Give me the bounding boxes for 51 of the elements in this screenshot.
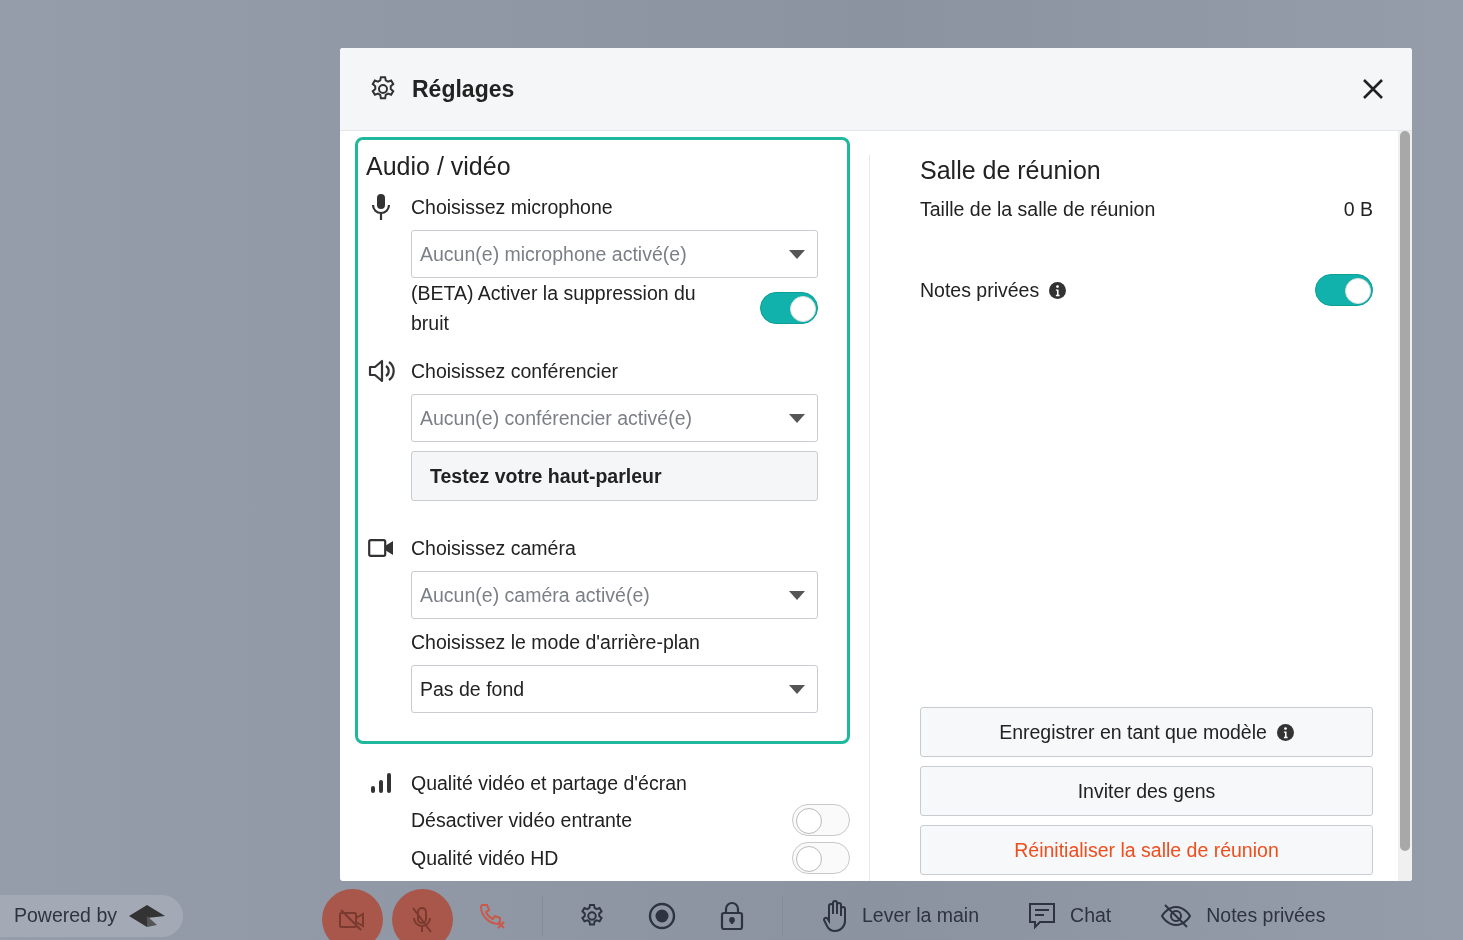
hand-icon <box>822 899 848 932</box>
caret-icon <box>789 684 805 694</box>
eye-off-icon <box>1160 902 1193 929</box>
dialog-title: Réglages <box>412 75 516 103</box>
microphone-select[interactable]: Aucun(e) microphone activé(e) <box>411 230 818 278</box>
caret-icon <box>789 249 805 259</box>
phone-off-icon <box>478 901 507 930</box>
info-icon <box>1049 281 1067 299</box>
speaker-icon <box>366 359 396 383</box>
field-label: Choisissez microphone <box>411 195 613 220</box>
toolbar-icon-button[interactable] <box>392 889 453 940</box>
caret-icon <box>789 590 805 600</box>
logo-icon <box>127 902 167 929</box>
toolbar-button[interactable]: Lever la main <box>802 885 1000 940</box>
room-size-value: 0 B <box>1343 197 1373 222</box>
background-select[interactable]: Pas de fond <box>411 665 818 713</box>
field-label: Choisissez conférencier <box>411 359 618 384</box>
room-size-label: Taille de la salle de réunion <box>920 197 1156 222</box>
setting-toggle[interactable] <box>792 804 850 836</box>
caret-icon <box>789 413 805 423</box>
setting-toggle[interactable] <box>792 842 850 874</box>
field-label: Choisissez le mode d'arrière-plan <box>411 631 700 653</box>
camera-off-icon <box>338 908 367 931</box>
private-notes-toggle[interactable] <box>1315 274 1373 306</box>
chat-icon <box>1028 901 1057 930</box>
record-icon <box>648 901 677 930</box>
toggle-label: Désactiver vidéo entrante <box>411 808 633 833</box>
field-label: Choisissez caméra <box>411 536 576 561</box>
room-action-button[interactable]: Réinitialiser la salle de réunion <box>920 825 1373 875</box>
speaker-select[interactable]: Aucun(e) conférencier activé(e) <box>411 394 818 442</box>
close-button[interactable] <box>1362 78 1384 100</box>
toolbar-button[interactable]: Chat <box>1008 885 1132 940</box>
toolbar-button[interactable]: Notes privées <box>1140 885 1346 940</box>
powered-by-badge[interactable]: Powered by <box>0 894 183 937</box>
camera-select[interactable]: Aucun(e) caméra activé(e) <box>411 571 818 619</box>
section-title: Salle de réunion <box>920 155 1102 186</box>
toggle-label: Notes privées <box>920 278 1040 303</box>
info-icon <box>1276 723 1294 741</box>
scrollbar-thumb[interactable] <box>1400 131 1410 851</box>
section-label: Qualité vidéo et partage d'écran <box>411 771 687 796</box>
microphone-off-icon <box>410 905 435 934</box>
lock-icon <box>720 900 745 931</box>
toolbar-icon-button[interactable] <box>322 889 383 940</box>
noise-suppression-toggle[interactable] <box>760 292 818 324</box>
room-action-button[interactable]: Enregistrer en tant que modèle <box>920 707 1373 757</box>
toggle-label: Qualité vidéo HD <box>411 846 559 871</box>
test-speaker-button[interactable]: Testez votre haut-parleur <box>411 451 818 501</box>
toggle-label: (BETA) Activer la suppression du bruit <box>411 281 697 336</box>
section-title: Audio / vidéo <box>366 151 512 182</box>
video-camera-icon <box>366 539 396 557</box>
room-action-button[interactable]: Inviter des gens <box>920 766 1373 816</box>
